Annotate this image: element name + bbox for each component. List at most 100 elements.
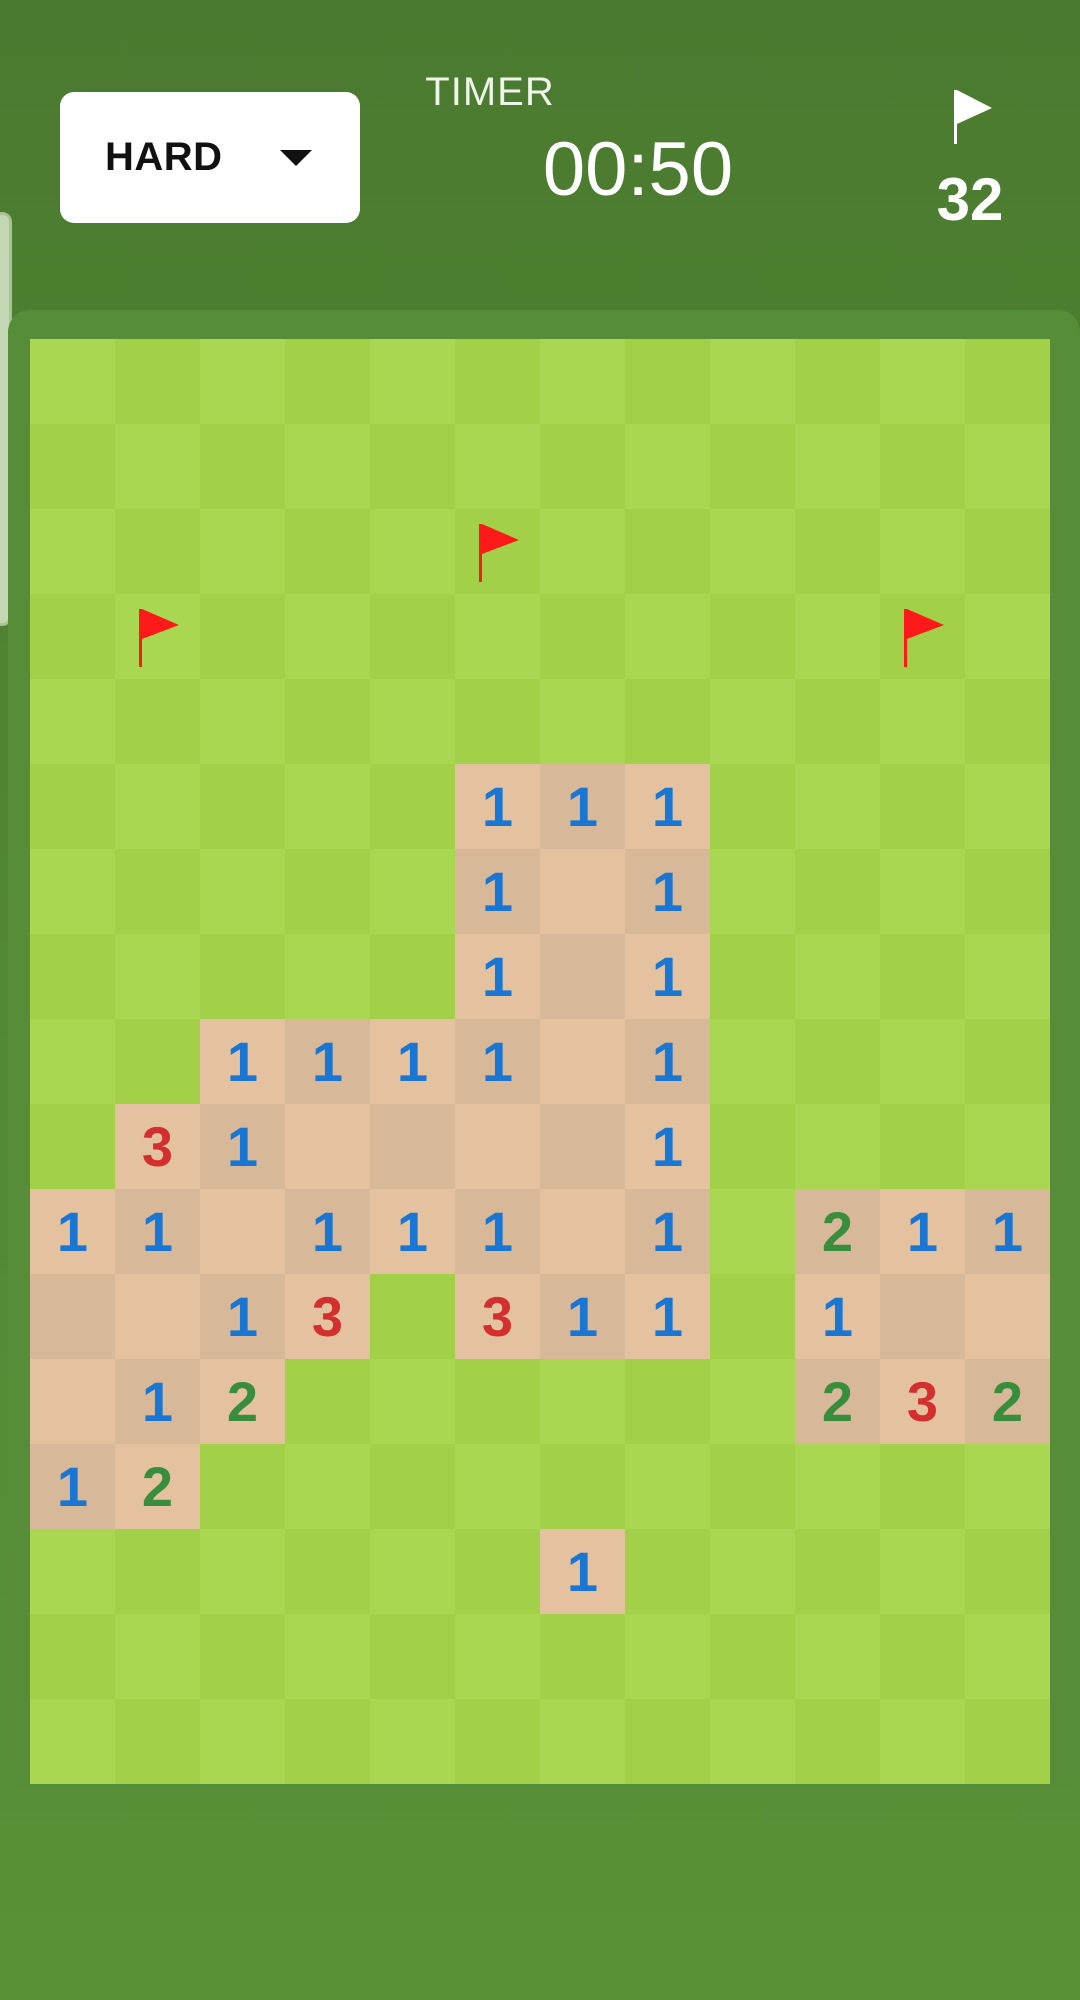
hidden-cell[interactable] [795, 509, 880, 594]
hidden-cell[interactable] [625, 679, 710, 764]
revealed-number-cell[interactable]: 3 [455, 1274, 540, 1359]
revealed-cell[interactable] [115, 1274, 200, 1359]
revealed-cell[interactable] [965, 1274, 1050, 1359]
hidden-cell[interactable] [540, 1699, 625, 1784]
hidden-cell[interactable] [795, 594, 880, 679]
hidden-cell[interactable] [795, 1614, 880, 1699]
hidden-cell[interactable] [710, 424, 795, 509]
hidden-cell[interactable] [455, 1359, 540, 1444]
hidden-cell[interactable] [285, 1359, 370, 1444]
hidden-cell[interactable] [30, 849, 115, 934]
hidden-cell[interactable] [115, 679, 200, 764]
hidden-cell[interactable] [285, 679, 370, 764]
revealed-number-cell[interactable]: 1 [370, 1019, 455, 1104]
hidden-cell[interactable] [710, 764, 795, 849]
hidden-cell[interactable] [625, 1699, 710, 1784]
hidden-cell[interactable] [200, 849, 285, 934]
hidden-cell[interactable] [710, 1614, 795, 1699]
hidden-cell[interactable] [880, 679, 965, 764]
revealed-cell[interactable] [30, 1359, 115, 1444]
hidden-cell[interactable] [115, 934, 200, 1019]
revealed-cell[interactable] [200, 1189, 285, 1274]
hidden-cell[interactable] [285, 764, 370, 849]
hidden-cell[interactable] [200, 934, 285, 1019]
hidden-cell[interactable] [880, 1614, 965, 1699]
revealed-cell[interactable] [540, 1019, 625, 1104]
hidden-cell[interactable] [880, 764, 965, 849]
revealed-number-cell[interactable]: 1 [455, 849, 540, 934]
hidden-cell[interactable] [710, 934, 795, 1019]
hidden-cell[interactable] [965, 1444, 1050, 1529]
hidden-cell[interactable] [115, 764, 200, 849]
hidden-cell[interactable] [710, 1019, 795, 1104]
revealed-cell[interactable] [880, 1274, 965, 1359]
hidden-cell[interactable] [710, 679, 795, 764]
hidden-cell[interactable] [880, 849, 965, 934]
hidden-cell[interactable] [285, 934, 370, 1019]
hidden-cell[interactable] [965, 1104, 1050, 1189]
hidden-cell[interactable] [30, 1019, 115, 1104]
hidden-cell[interactable] [115, 1614, 200, 1699]
hidden-cell[interactable] [965, 679, 1050, 764]
hidden-cell[interactable] [455, 1699, 540, 1784]
hidden-cell[interactable] [965, 1529, 1050, 1614]
hidden-cell[interactable] [540, 679, 625, 764]
hidden-cell[interactable] [965, 764, 1050, 849]
hidden-cell[interactable] [285, 1529, 370, 1614]
revealed-number-cell[interactable]: 1 [30, 1444, 115, 1529]
hidden-cell[interactable] [30, 339, 115, 424]
revealed-number-cell[interactable]: 1 [455, 934, 540, 1019]
hidden-cell[interactable] [30, 679, 115, 764]
hidden-cell[interactable] [455, 424, 540, 509]
hidden-cell[interactable] [370, 934, 455, 1019]
hidden-cell[interactable] [625, 509, 710, 594]
hidden-cell[interactable] [880, 1529, 965, 1614]
hidden-cell[interactable] [710, 1444, 795, 1529]
hidden-cell[interactable] [795, 339, 880, 424]
hidden-cell[interactable] [880, 934, 965, 1019]
revealed-number-cell[interactable]: 2 [965, 1359, 1050, 1444]
hidden-cell[interactable] [285, 849, 370, 934]
revealed-number-cell[interactable]: 1 [455, 1019, 540, 1104]
hidden-cell[interactable] [370, 764, 455, 849]
hidden-cell[interactable] [880, 1104, 965, 1189]
hidden-cell[interactable] [795, 424, 880, 509]
hidden-cell[interactable] [880, 1019, 965, 1104]
revealed-number-cell[interactable]: 3 [115, 1104, 200, 1189]
hidden-cell[interactable] [710, 339, 795, 424]
hidden-cell[interactable] [965, 509, 1050, 594]
hidden-cell[interactable] [115, 1019, 200, 1104]
hidden-cell[interactable] [200, 509, 285, 594]
revealed-number-cell[interactable]: 1 [540, 764, 625, 849]
hidden-cell[interactable] [370, 1274, 455, 1359]
hidden-cell[interactable] [370, 1699, 455, 1784]
hidden-cell[interactable] [455, 339, 540, 424]
hidden-cell[interactable] [455, 1529, 540, 1614]
revealed-number-cell[interactable]: 2 [795, 1359, 880, 1444]
hidden-cell[interactable] [710, 1529, 795, 1614]
revealed-number-cell[interactable]: 1 [540, 1274, 625, 1359]
revealed-number-cell[interactable]: 1 [880, 1189, 965, 1274]
hidden-cell[interactable] [30, 509, 115, 594]
hidden-cell[interactable] [710, 1104, 795, 1189]
hidden-cell[interactable] [965, 1019, 1050, 1104]
hidden-cell[interactable] [370, 1529, 455, 1614]
hidden-cell[interactable] [200, 1529, 285, 1614]
revealed-number-cell[interactable]: 3 [880, 1359, 965, 1444]
hidden-cell[interactable] [30, 594, 115, 679]
revealed-number-cell[interactable]: 1 [625, 764, 710, 849]
hidden-cell[interactable] [710, 849, 795, 934]
hidden-cell[interactable] [30, 1529, 115, 1614]
hidden-cell[interactable] [710, 509, 795, 594]
hidden-cell[interactable] [285, 594, 370, 679]
hidden-cell[interactable] [625, 1444, 710, 1529]
hidden-cell[interactable] [795, 1019, 880, 1104]
revealed-number-cell[interactable]: 1 [625, 1274, 710, 1359]
revealed-number-cell[interactable]: 1 [285, 1189, 370, 1274]
hidden-cell[interactable] [795, 849, 880, 934]
hidden-cell[interactable] [965, 1699, 1050, 1784]
flagged-cell[interactable] [115, 594, 200, 679]
hidden-cell[interactable] [285, 1699, 370, 1784]
hidden-cell[interactable] [370, 1614, 455, 1699]
hidden-cell[interactable] [115, 1529, 200, 1614]
